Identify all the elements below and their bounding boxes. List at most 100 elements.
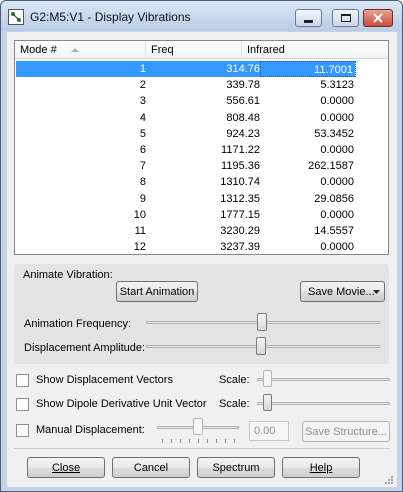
dialog-body: Mode # Freq Infrared 1 314.76 11.7001 2 339.… <box>7 32 397 487</box>
manual-displacement-value-field[interactable]: 0.00 <box>249 421 289 441</box>
freq-cell: 924.23 <box>226 127 260 140</box>
minimize-icon <box>304 19 313 23</box>
freq-cell: 1195.36 <box>221 160 260 173</box>
display-vibrations-window: G2:M5:V1 - Display Vibrations Mode # Fre… <box>0 0 403 492</box>
help-button[interactable]: Help <box>282 457 360 478</box>
column-header-mode[interactable]: Mode # <box>15 41 146 59</box>
maximize-icon <box>340 14 351 22</box>
save-structure-label: Save Structure... <box>305 425 387 438</box>
list-row[interactable]: 7 1195.36 262.1587 <box>15 158 388 174</box>
save-movie-label: Save Movie... <box>308 285 375 298</box>
dipole-scale-track[interactable] <box>257 402 390 405</box>
vectors-scale-slider-thumb[interactable] <box>263 370 272 387</box>
column-header-label: Mode # <box>20 44 57 56</box>
manual-displacement-checkbox[interactable] <box>16 424 29 437</box>
animation-frequency-label: Animation Frequency: <box>24 318 131 330</box>
slider-tick <box>180 439 181 443</box>
infrared-cell: 0.0000 <box>320 95 354 108</box>
displacement-amplitude-label: Displacement Amplitude: <box>24 342 146 354</box>
manual-displacement-value: 0.00 <box>254 425 276 437</box>
cancel-button[interactable]: Cancel <box>112 457 190 478</box>
animate-vibration-group: Animate Vibration: Start Animation Save … <box>14 264 389 364</box>
start-animation-label: Start Animation <box>119 285 195 298</box>
freq-cell: 1312.35 <box>220 192 260 205</box>
app-icon <box>8 9 24 25</box>
list-row[interactable]: 6 1171.22 0.0000 <box>15 142 388 158</box>
freq-cell: 3230.29 <box>220 224 260 237</box>
freq-cell: 314.76 <box>226 63 260 75</box>
freq-cell: 1777.15 <box>220 208 260 221</box>
dipole-scale-label: Scale: <box>219 398 250 410</box>
infrared-cell: 0.0000 <box>320 176 354 189</box>
list-row[interactable]: 9 1312.35 29.0856 <box>15 191 388 207</box>
list-row[interactable]: 10 1777.15 0.0000 <box>15 207 388 223</box>
mode-cell: 11 <box>134 224 146 237</box>
show-dipole-derivative-label: Show Dipole Derivative Unit Vector <box>36 398 207 410</box>
vibration-modes-list[interactable]: Mode # Freq Infrared 1 314.76 11.7001 2 339.… <box>14 40 389 255</box>
sort-ascending-icon <box>71 48 79 52</box>
close-window-button[interactable] <box>363 9 393 27</box>
list-row[interactable]: 11 3230.29 14.5557 <box>15 223 388 239</box>
animate-vibration-label: Animate Vibration: <box>23 269 113 281</box>
infrared-cell: 53.3452 <box>314 127 354 140</box>
column-header-infrared[interactable]: Infrared <box>242 41 388 59</box>
vectors-scale-track[interactable] <box>257 378 390 381</box>
mode-cell: 6 <box>139 143 146 156</box>
column-header-label: Infrared <box>247 44 285 56</box>
list-row[interactable]: 4 808.48 0.0000 <box>15 110 388 126</box>
mode-cell: 4 <box>139 111 146 124</box>
infrared-cell: 14.5557 <box>314 224 354 237</box>
divider <box>14 448 390 449</box>
freq-cell: 339.78 <box>226 79 260 92</box>
column-header-freq[interactable]: Freq <box>146 41 242 59</box>
close-button[interactable]: Close <box>27 457 105 478</box>
list-row[interactable]: 3 556.61 0.0000 <box>15 93 388 109</box>
show-dipole-derivative-checkbox[interactable] <box>16 398 29 411</box>
list-header: Mode # Freq Infrared <box>15 41 388 59</box>
freq-cell: 3237.39 <box>220 241 260 254</box>
infrared-cell: 0.0000 <box>320 143 354 156</box>
close-icon <box>373 13 383 23</box>
dipole-scale-slider-thumb[interactable] <box>263 394 272 411</box>
maximize-button[interactable] <box>332 9 359 27</box>
save-movie-button[interactable]: Save Movie... <box>300 281 385 302</box>
list-row[interactable]: 1 314.76 11.7001 <box>16 61 356 78</box>
slider-tick <box>216 439 217 443</box>
save-structure-button[interactable]: Save Structure... <box>302 421 390 442</box>
slider-tick <box>162 439 163 443</box>
freq-cell: 808.48 <box>226 111 260 124</box>
spectrum-label: Spectrum <box>212 461 260 474</box>
mode-cell: 10 <box>133 208 146 221</box>
window-title: G2:M5:V1 - Display Vibrations <box>30 10 191 24</box>
dropdown-arrow-icon <box>373 290 380 294</box>
resize-grip-icon[interactable] <box>383 474 393 484</box>
cancel-label: Cancel <box>133 461 169 474</box>
displacement-amplitude-slider-thumb[interactable] <box>256 337 266 355</box>
column-header-label: Freq <box>151 44 174 56</box>
spectrum-button[interactable]: Spectrum <box>197 457 275 478</box>
manual-displacement-slider-thumb[interactable] <box>193 418 203 435</box>
list-row[interactable]: 8 1310.74 0.0000 <box>15 174 388 190</box>
mode-cell: 7 <box>139 160 146 173</box>
list-row[interactable]: 5 924.23 53.3452 <box>15 126 388 142</box>
show-displacement-vectors-label: Show Displacement Vectors <box>36 374 173 386</box>
infrared-cell: 29.0856 <box>314 192 354 205</box>
infrared-cell: 0.0000 <box>320 241 354 254</box>
mode-cell: 5 <box>139 127 146 140</box>
list-row[interactable]: 12 3237.39 0.0000 <box>15 239 388 255</box>
freq-cell: 1310.74 <box>220 176 260 189</box>
show-displacement-vectors-checkbox[interactable] <box>16 374 29 387</box>
list-row[interactable]: 2 339.78 5.3123 <box>15 77 388 93</box>
slider-tick <box>207 439 208 443</box>
animation-frequency-slider-thumb[interactable] <box>257 313 267 331</box>
help-label: Help <box>309 461 333 474</box>
freq-cell: 556.61 <box>226 95 260 108</box>
mode-cell: 3 <box>139 95 146 108</box>
slider-tick <box>234 439 235 443</box>
slider-tick <box>189 439 190 443</box>
close-label: Close <box>51 461 81 474</box>
start-animation-button[interactable]: Start Animation <box>116 281 198 302</box>
infrared-cell: 0.0000 <box>320 111 354 124</box>
minimize-button[interactable] <box>295 9 322 27</box>
title-bar[interactable]: G2:M5:V1 - Display Vibrations <box>1 1 402 31</box>
